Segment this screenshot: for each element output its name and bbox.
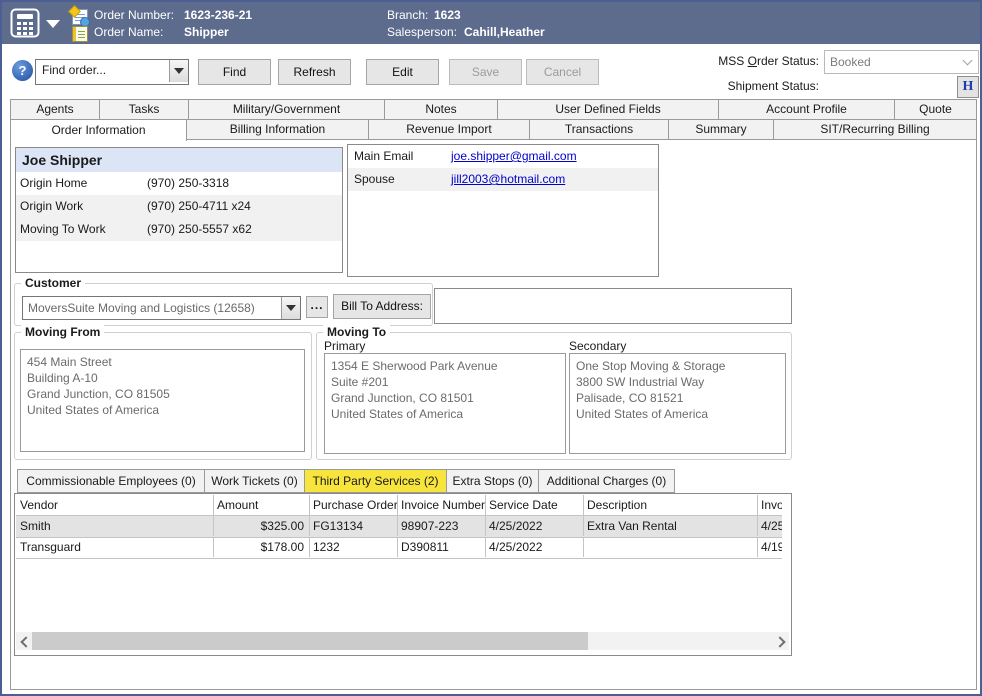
tab-extra-stops[interactable]: Extra Stops (0) (446, 469, 539, 493)
moving-from-label: Moving From (21, 325, 104, 339)
col-description[interactable]: Description (583, 495, 758, 516)
col-amount[interactable]: Amount (213, 495, 310, 516)
tab-commissionable-employees[interactable]: Commissionable Employees (0) (17, 469, 205, 493)
salesperson-label: Salesperson: (387, 25, 457, 39)
order-number-icon (72, 9, 88, 25)
tab-revenue-import[interactable]: Revenue Import (368, 119, 530, 140)
col-invoice[interactable]: Invoi (757, 495, 782, 516)
find-order-dropdown-button[interactable] (169, 60, 188, 82)
mss-order-status-combo[interactable]: Booked (824, 50, 979, 74)
moving-to-secondary-address[interactable]: One Stop Moving & Storage 3800 SW Indust… (569, 353, 786, 454)
tab-military-government[interactable]: Military/Government (188, 99, 385, 120)
cancel-button: Cancel (526, 59, 599, 85)
col-purchase-order[interactable]: Purchase Order (309, 495, 398, 516)
contact-panel: Joe Shipper Origin Home (970) 250-3318 O… (15, 147, 343, 273)
grid-header-row: Vendor Amount Purchase Order Invoice Num… (16, 495, 782, 516)
tab-notes[interactable]: Notes (384, 99, 498, 120)
branch-label: Branch: (387, 8, 428, 22)
moving-to-secondary-label: Secondary (569, 339, 626, 353)
moving-to-label: Moving To (323, 325, 390, 339)
phone-row[interactable]: Origin Home (970) 250-3318 (16, 172, 342, 195)
order-number-label: Order Number: (94, 8, 174, 22)
order-name-label: Order Name: (94, 25, 163, 39)
email-link[interactable]: joe.shipper@gmail.com (451, 145, 577, 168)
help-icon[interactable]: ? (12, 60, 33, 81)
order-name-value: Shipper (184, 25, 229, 39)
find-button[interactable]: Find (198, 59, 271, 85)
grid-horizontal-scrollbar[interactable] (16, 632, 789, 650)
col-service-date[interactable]: Service Date (485, 495, 584, 516)
branch-value: 1623 (434, 8, 461, 22)
tab-quote[interactable]: Quote (894, 99, 977, 120)
phone-label: Moving To Work (20, 218, 106, 241)
third-party-services-grid: Vendor Amount Purchase Order Invoice Num… (14, 493, 792, 656)
title-bar: Order Number: 1623-236-21 Order Name: Sh… (2, 2, 980, 44)
order-window: Order Number: 1623-236-21 Order Name: Sh… (0, 0, 982, 696)
moving-from-address[interactable]: 454 Main Street Building A-10 Grand Junc… (20, 349, 305, 452)
tab-additional-charges[interactable]: Additional Charges (0) (538, 469, 675, 493)
tab-work-tickets[interactable]: Work Tickets (0) (204, 469, 305, 493)
tab-summary[interactable]: Summary (668, 119, 774, 140)
shipment-status-label: Shipment Status: (642, 79, 819, 93)
order-number-value: 1623-236-21 (184, 8, 252, 22)
refresh-button[interactable]: Refresh (278, 59, 351, 85)
shipment-status-history-button[interactable]: H (957, 76, 979, 98)
col-vendor[interactable]: Vendor (16, 495, 214, 516)
scroll-right-arrow[interactable] (773, 632, 789, 650)
email-link[interactable]: jill2003@hotmail.com (451, 168, 565, 191)
phone-label: Origin Work (20, 195, 83, 218)
customer-group-label: Customer (21, 276, 85, 290)
phone-row[interactable]: Moving To Work (970) 250-5557 x62 (16, 218, 342, 241)
find-order-input[interactable] (40, 62, 168, 78)
scroll-thumb[interactable] (32, 632, 588, 650)
email-row: Main Email joe.shipper@gmail.com (348, 145, 658, 168)
find-order-combo[interactable] (35, 59, 189, 85)
phone-value: (970) 250-5557 x62 (147, 218, 252, 241)
phone-label: Origin Home (20, 172, 87, 195)
grid-row-smith[interactable]: Smith $325.00 FG13134 98907-223 4/25/202… (16, 516, 782, 538)
tab-billing-information[interactable]: Billing Information (186, 119, 369, 140)
tab-sit-recurring-billing[interactable]: SIT/Recurring Billing (773, 119, 977, 140)
app-menu-icon[interactable] (10, 8, 40, 38)
app-menu-dropdown-icon[interactable] (46, 20, 60, 28)
email-row: Spouse jill2003@hotmail.com (348, 168, 658, 191)
col-invoice-number[interactable]: Invoice Number (397, 495, 486, 516)
moving-to-primary-label: Primary (324, 339, 365, 353)
customer-combo[interactable]: MoversSuite Moving and Logistics (12658) (22, 296, 301, 320)
customer-more-button[interactable]: ... (306, 296, 328, 318)
phone-value: (970) 250-4711 x24 (147, 195, 251, 218)
grid-row-transguard[interactable]: Transguard $178.00 1232 D390811 4/25/202… (16, 537, 782, 559)
scroll-left-arrow[interactable] (16, 632, 32, 650)
tab-account-profile[interactable]: Account Profile (718, 99, 895, 120)
bill-to-address-box[interactable] (434, 288, 792, 324)
moving-to-primary-address[interactable]: 1354 E Sherwood Park Avenue Suite #201 G… (324, 353, 566, 454)
tab-tasks[interactable]: Tasks (99, 99, 189, 120)
email-panel: Main Email joe.shipper@gmail.com Spouse … (347, 144, 659, 277)
tab-order-information[interactable]: Order Information (10, 119, 187, 141)
tab-third-party-services[interactable]: Third Party Services (2) (304, 469, 447, 493)
email-label: Main Email (354, 145, 413, 168)
save-button: Save (449, 59, 522, 85)
salesperson-value: Cahill,Heather (464, 25, 545, 39)
phone-value: (970) 250-3318 (147, 172, 229, 195)
customer-dropdown-button[interactable] (281, 297, 300, 319)
order-name-icon (72, 26, 88, 42)
mss-order-status-label: MSS Order Status: (642, 54, 819, 68)
shipper-name: Joe Shipper (16, 148, 342, 172)
bill-to-address-button[interactable]: Bill To Address: (333, 294, 431, 319)
phone-row[interactable]: Origin Work (970) 250-4711 x24 (16, 195, 342, 218)
tab-agents[interactable]: Agents (10, 99, 100, 120)
email-label: Spouse (354, 168, 395, 191)
tab-user-defined-fields[interactable]: User Defined Fields (497, 99, 719, 120)
tab-transactions[interactable]: Transactions (529, 119, 669, 140)
edit-button[interactable]: Edit (366, 59, 439, 85)
